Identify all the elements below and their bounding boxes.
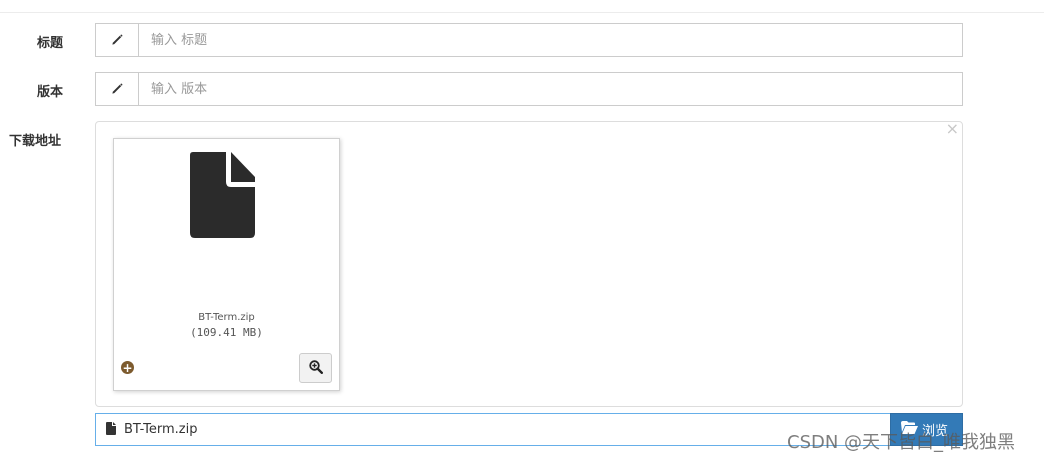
version-input-group [95, 72, 963, 106]
file-drop-zone[interactable]: × BT-Term.zip (109.41 MB) + [95, 121, 963, 407]
zoom-in-icon [308, 359, 323, 378]
top-divider [0, 12, 1044, 13]
version-label: 版本 [37, 85, 64, 100]
version-addon [96, 73, 139, 105]
preview-file-name: BT-Term.zip [198, 312, 255, 323]
download-label: 下载地址 [9, 134, 62, 149]
file-icon [190, 152, 255, 242]
zoom-button[interactable] [299, 353, 332, 383]
preview-file-size: (109.41 MB) [190, 326, 263, 339]
caption-file-name: BT-Term.zip [124, 422, 198, 437]
file-caption[interactable]: BT-Term.zip [95, 413, 891, 446]
title-label: 标题 [37, 36, 64, 51]
file-small-icon [106, 420, 116, 439]
close-icon[interactable]: × [946, 121, 959, 137]
title-input-group [95, 23, 963, 57]
version-input[interactable] [139, 73, 962, 105]
title-input[interactable] [139, 24, 962, 56]
title-addon [96, 24, 139, 56]
file-preview-card: BT-Term.zip (109.41 MB) + [113, 138, 340, 391]
upload-form-page: 标题 版本 下载地址 × [0, 0, 1044, 460]
pencil-icon [111, 80, 124, 99]
watermark: CSDN @天下皆白_唯我独黑 [787, 432, 1016, 453]
add-icon: + [121, 360, 134, 375]
pencil-icon [111, 31, 124, 50]
